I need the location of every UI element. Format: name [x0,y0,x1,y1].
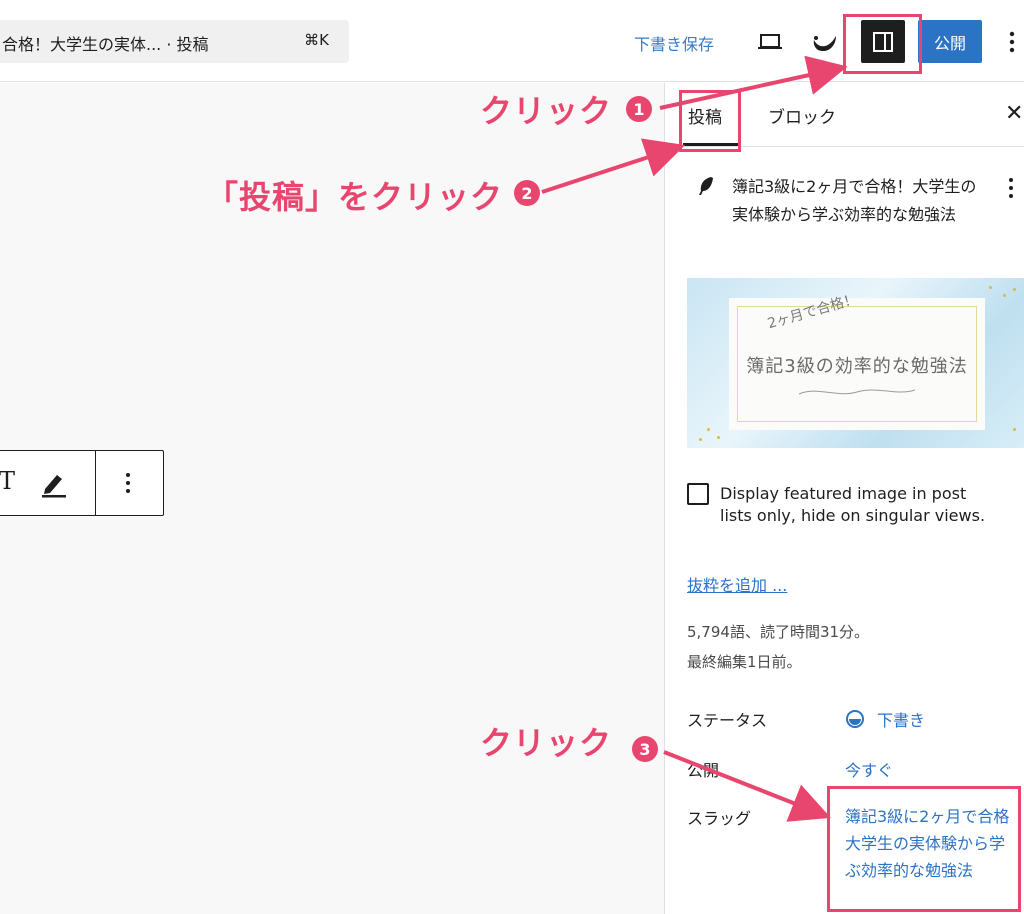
annotation-step1-number: 1 [626,96,652,122]
annotation-step3: クリック [480,724,613,762]
word-count: 5,794語、読了時間31分。 [687,623,870,641]
gold-speck [1013,288,1016,291]
annotation-step2-number: 2 [514,180,540,206]
gold-speck [1003,294,1006,297]
feather-post-icon [699,177,713,195]
post-title: 簿記3級に2ヶ月で合格！大学生の実体験から学ぶ効率的な勉強法 [732,177,977,224]
view-icon[interactable] [806,24,842,60]
desktop-preview-icon[interactable] [752,24,788,60]
add-excerpt-link[interactable]: 抜粋を追加 ... [687,572,787,596]
publish-label: 公開 [687,761,720,780]
tab-block[interactable]: ブロック [768,103,836,128]
block-toolbar: T [0,450,164,516]
document-title: 合格！大学生の実体... · 投稿 [2,35,209,54]
more-options-icon[interactable] [1000,24,1024,60]
annotation-step3-number: 3 [632,736,658,762]
status-value[interactable]: 下書き [877,707,925,731]
toolbar-divider [95,451,96,515]
gold-speck [1013,428,1016,431]
text-style-icon[interactable]: T [0,467,15,495]
more-vertical-icon[interactable] [113,467,143,499]
highlight-box-slug [827,786,1021,912]
gold-speck [717,436,720,439]
last-edited: 最終編集1日前。 [687,653,802,671]
swash-decoration [798,389,916,395]
gold-speck [699,438,702,441]
featured-image-checkbox[interactable] [687,483,709,505]
featured-image[interactable]: 2ヶ月で合格！ 簿記3級の効率的な勉強法 [687,278,1024,448]
highlight-pen-icon[interactable] [37,469,71,499]
gold-speck [989,286,992,289]
save-draft-button[interactable]: 下書き保存 [634,31,714,55]
post-actions-more-icon[interactable] [1001,175,1021,201]
close-icon[interactable]: ✕ [1005,101,1023,126]
annotation-step1: クリック [480,92,613,130]
publish-button[interactable]: 公開 [918,20,982,63]
featured-main-text: 簿記3級の効率的な勉強法 [746,356,968,377]
draft-status-icon [846,710,864,728]
command-palette-button[interactable]: 合格！大学生の実体... · 投稿 ⌘K [0,20,349,63]
slug-label: スラッグ [687,809,752,828]
publish-value[interactable]: 今すぐ [845,757,893,781]
gold-speck [707,428,710,431]
highlight-box-post-tab [679,90,741,152]
featured-image-checkbox-label: Display featured image in post lists onl… [720,484,986,525]
annotation-step2: 「投稿」をクリック [206,178,504,216]
highlight-box-sidebar-toggle [843,14,922,74]
status-label: ステータス [687,711,768,730]
command-shortcut: ⌘K [304,31,329,49]
